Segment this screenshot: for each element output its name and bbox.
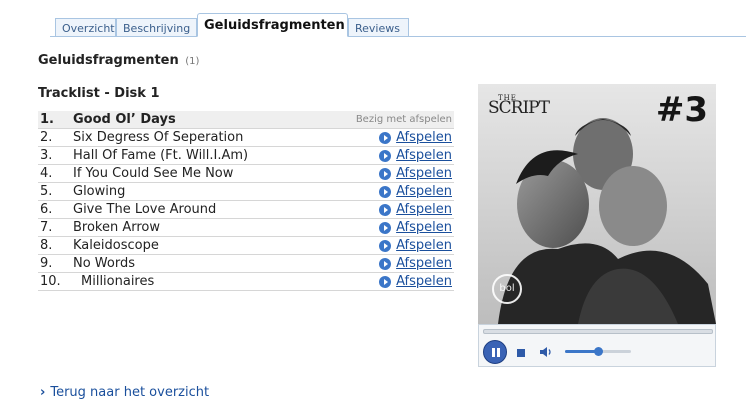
track-row: 1. Good Ol’ Days Bezig met afspelen: [38, 111, 454, 129]
play-icon[interactable]: [379, 258, 391, 270]
now-playing-status: Bezig met afspelen: [355, 114, 452, 125]
track-row: 3. Hall Of Fame (Ft. Will.I.Am) Afspelen: [38, 147, 454, 165]
track-title: Six Degress Of Seperation: [73, 130, 244, 145]
stop-button[interactable]: [517, 349, 525, 357]
track-number: 8.: [40, 238, 53, 253]
track-row: 2. Six Degress Of Seperation Afspelen: [38, 129, 454, 147]
volume-knob[interactable]: [594, 347, 603, 356]
play-link[interactable]: Afspelen: [396, 273, 452, 291]
play-icon[interactable]: [379, 276, 391, 288]
play-icon[interactable]: [379, 204, 391, 216]
tab-beschrijving[interactable]: Beschrijving: [116, 18, 197, 37]
track-title: Kaleidoscope: [73, 238, 159, 253]
tab-geluidsfragmenten[interactable]: Geluidsfragmenten: [197, 13, 348, 37]
track-number: 2.: [40, 130, 53, 145]
tab-reviews[interactable]: Reviews: [348, 18, 409, 37]
play-link[interactable]: Afspelen: [396, 147, 452, 165]
track-row: 10. Millionaires Afspelen: [38, 273, 454, 291]
play-link[interactable]: Afspelen: [396, 219, 452, 237]
track-title: Good Ol’ Days: [73, 112, 176, 127]
track-title: Broken Arrow: [73, 220, 161, 235]
watermark-icon: bol: [492, 274, 522, 304]
tab-overzicht[interactable]: Overzicht: [55, 18, 116, 37]
track-number: 6.: [40, 202, 53, 217]
track-number: 4.: [40, 166, 53, 181]
album-number: #3: [655, 90, 708, 130]
track-title: Give The Love Around: [73, 202, 217, 217]
play-link[interactable]: Afspelen: [396, 129, 452, 147]
track-row: 9. No Words Afspelen: [38, 255, 454, 273]
play-icon[interactable]: [379, 168, 391, 180]
volume-icon[interactable]: [539, 346, 553, 358]
play-link[interactable]: Afspelen: [396, 201, 452, 219]
track-number: 1.: [40, 112, 54, 127]
section-title: Geluidsfragmenten (1): [38, 53, 199, 68]
back-link-label: Terug naar het overzicht: [50, 385, 210, 400]
volume-slider[interactable]: [565, 347, 631, 356]
track-row: 7. Broken Arrow Afspelen: [38, 219, 454, 237]
tracklist: 1. Good Ol’ Days Bezig met afspelen 2. S…: [38, 111, 454, 291]
play-icon[interactable]: [379, 222, 391, 234]
track-title: Hall Of Fame (Ft. Will.I.Am): [73, 148, 249, 163]
track-title: Glowing: [73, 184, 126, 199]
album-cover: THE SCRIPT #3 bol: [478, 84, 716, 324]
track-number: 5.: [40, 184, 53, 199]
disk-title: Tracklist - Disk 1: [38, 86, 160, 101]
play-link[interactable]: Afspelen: [396, 165, 452, 183]
track-title: If You Could See Me Now: [73, 166, 234, 181]
pause-button[interactable]: [483, 340, 507, 364]
play-link[interactable]: Afspelen: [396, 255, 452, 273]
track-row: 8. Kaleidoscope Afspelen: [38, 237, 454, 255]
track-title: No Words: [73, 256, 135, 271]
track-row: 5. Glowing Afspelen: [38, 183, 454, 201]
play-icon[interactable]: [379, 132, 391, 144]
play-link[interactable]: Afspelen: [396, 237, 452, 255]
track-row: 4. If You Could See Me Now Afspelen: [38, 165, 454, 183]
track-number: 7.: [40, 220, 53, 235]
section-count: (1): [185, 56, 200, 67]
play-link[interactable]: Afspelen: [396, 183, 452, 201]
play-icon[interactable]: [379, 186, 391, 198]
play-icon[interactable]: [379, 240, 391, 252]
track-row: 6. Give The Love Around Afspelen: [38, 201, 454, 219]
media-player: [478, 324, 716, 367]
tab-bar: Overzicht Beschrijving Geluidsfragmenten…: [50, 13, 746, 37]
chevron-right-icon: ›: [40, 385, 46, 400]
play-icon[interactable]: [379, 150, 391, 162]
track-number: 10.: [40, 274, 61, 289]
track-number: 9.: [40, 256, 53, 271]
section-title-label: Geluidsfragmenten: [38, 53, 179, 68]
track-number: 3.: [40, 148, 53, 163]
track-title: Millionaires: [81, 274, 155, 289]
progress-bar[interactable]: [483, 329, 713, 334]
band-logo: THE SCRIPT: [488, 94, 550, 118]
back-link[interactable]: › Terug naar het overzicht: [40, 385, 209, 400]
